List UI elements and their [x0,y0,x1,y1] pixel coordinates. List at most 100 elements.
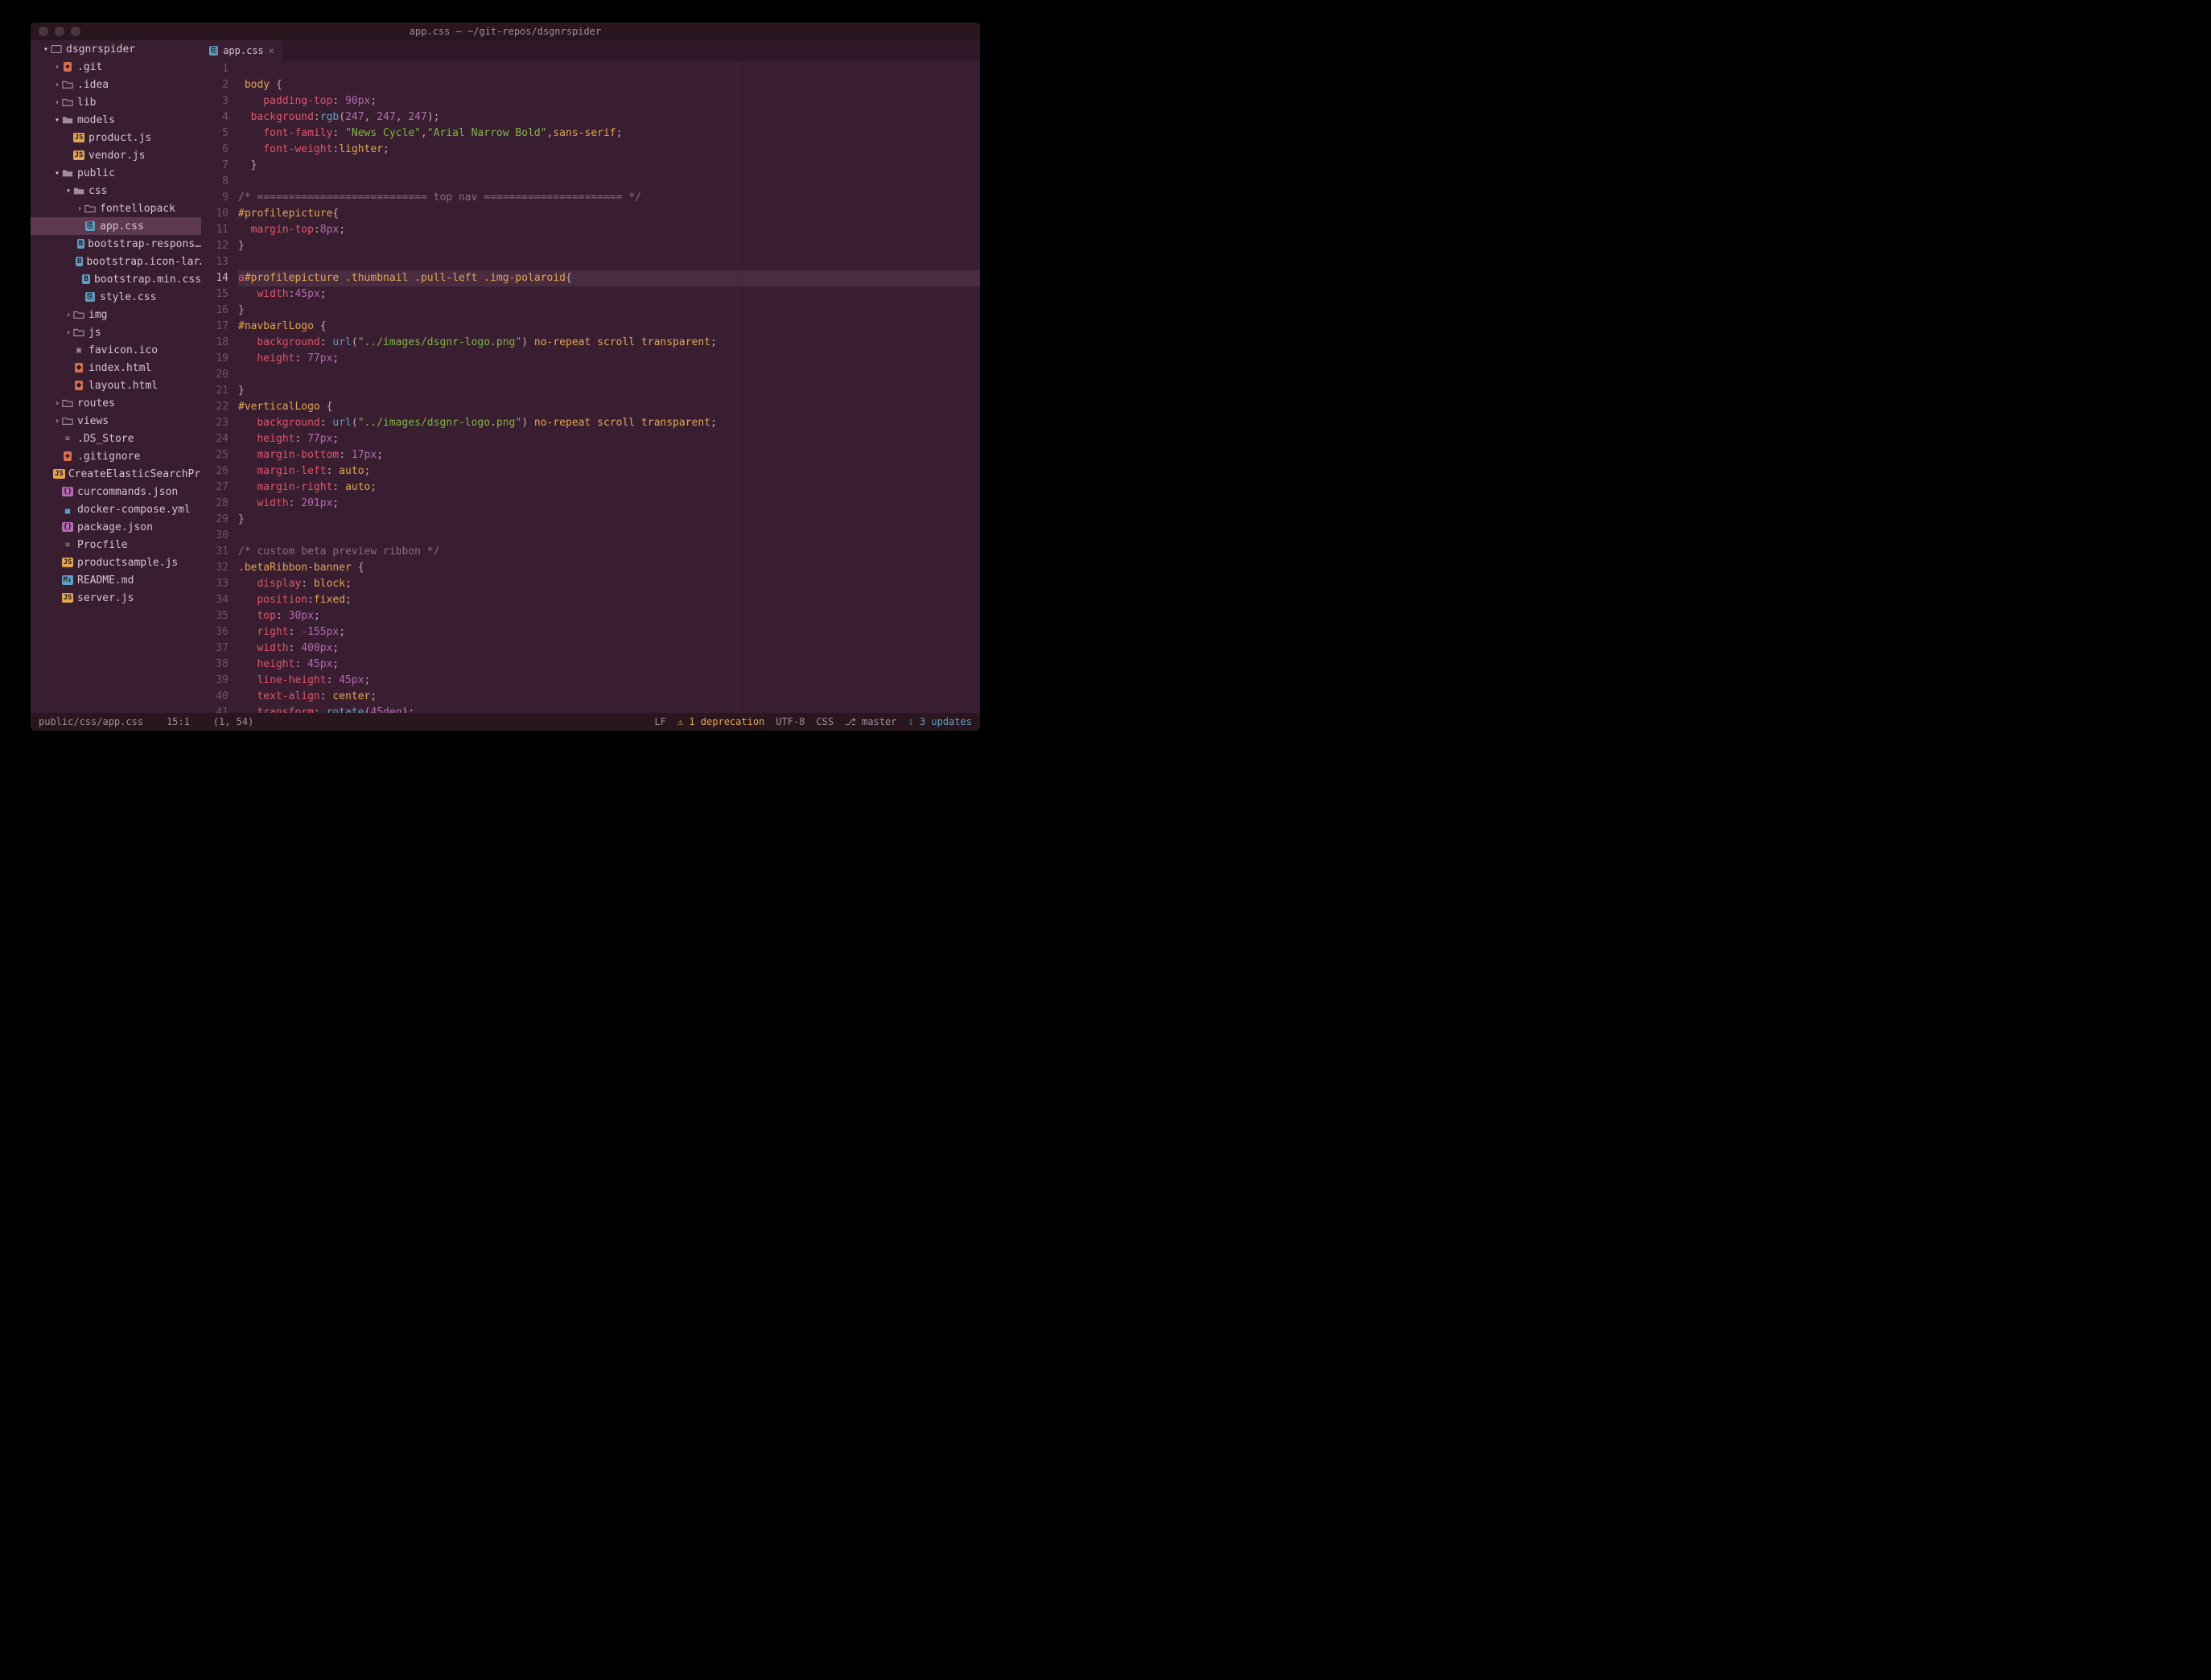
code-line[interactable]: font-weight:lighter; [238,142,980,158]
line-number[interactable]: 1 [201,61,229,77]
tree-item[interactable]: {}curcommands.json [31,483,201,500]
tab-app-css[interactable]: ⎘ app.css × [201,40,282,61]
line-number[interactable]: 11 [201,222,229,238]
code-line[interactable] [238,367,980,383]
line-number-gutter[interactable]: 1234567891011121314151617181920212223242… [201,61,238,713]
chevron-down-icon[interactable]: ▾ [53,116,61,125]
line-number[interactable]: 9 [201,190,229,206]
line-number[interactable]: 10 [201,206,229,222]
code-line[interactable]: width: 400px; [238,640,980,657]
code-line[interactable] [238,61,980,77]
file-tree[interactable]: ▾dsgnrspider›◆.git›.idea›lib▾modelsJSpro… [31,40,201,713]
line-number[interactable]: 2 [201,77,229,93]
code-line[interactable]: } [238,238,980,254]
code-line[interactable]: margin-top:8px; [238,222,980,238]
line-number[interactable]: 22 [201,399,229,415]
chevron-right-icon[interactable]: › [53,80,61,89]
code-line[interactable]: /* custom beta preview ribbon */ [238,544,980,560]
line-number[interactable]: 20 [201,367,229,383]
tree-item[interactable]: ›◆.git [31,58,201,76]
line-number[interactable]: 13 [201,254,229,270]
tree-item[interactable]: ⎘style.css [31,288,201,306]
line-number[interactable]: 4 [201,109,229,126]
code-line[interactable]: line-height: 45px; [238,673,980,689]
chevron-right-icon[interactable]: › [53,98,61,107]
line-number[interactable]: 29 [201,512,229,528]
code-line[interactable]: body { [238,77,980,93]
chevron-right-icon[interactable]: › [53,399,61,408]
line-number[interactable]: 27 [201,480,229,496]
line-number[interactable]: 41 [201,705,229,713]
code-line[interactable]: background:rgb(247, 247, 247); [238,109,980,126]
line-number[interactable]: 40 [201,689,229,705]
chevron-right-icon[interactable]: › [53,417,61,426]
tree-item[interactable]: Bbootstrap.min.css [31,270,201,288]
code-line[interactable]: } [238,383,980,399]
code-line[interactable]: padding-top: 90px; [238,93,980,109]
line-number[interactable]: 8 [201,174,229,190]
code-line[interactable]: #verticalLogo { [238,399,980,415]
line-number[interactable]: 19 [201,351,229,367]
tree-item[interactable]: ▾css [31,182,201,200]
chevron-right-icon[interactable]: › [64,311,72,319]
code-line[interactable]: font-family: "News Cycle","Arial Narrow … [238,126,980,142]
close-tab-icon[interactable]: × [269,45,274,56]
code-line[interactable]: } [238,512,980,528]
code-line[interactable]: /* =========================== top nav =… [238,190,980,206]
code-line[interactable] [238,174,980,190]
line-number[interactable]: 38 [201,657,229,673]
code-line[interactable]: height: 45px; [238,657,980,673]
chevron-right-icon[interactable]: › [64,328,72,337]
tree-item[interactable]: {}package.json [31,518,201,536]
line-number[interactable]: 6 [201,142,229,158]
status-updates[interactable]: ⇩ 3 updates [908,716,972,727]
code-line[interactable]: .betaRibbon-banner { [238,560,980,576]
tree-item[interactable]: ⬥layout.html [31,377,201,394]
tree-item[interactable]: JSproductsample.js [31,554,201,571]
code-line[interactable]: #profilepicture{ [238,206,980,222]
line-number[interactable]: 12 [201,238,229,254]
chevron-down-icon[interactable]: ▾ [64,187,72,196]
code-line[interactable]: margin-right: auto; [238,480,980,496]
tree-item[interactable]: ›lib [31,93,201,111]
line-number[interactable]: 17 [201,319,229,335]
line-number[interactable]: 39 [201,673,229,689]
tree-item[interactable]: ⬥index.html [31,359,201,377]
code-line[interactable]: background: url("../images/dsgnr-logo.pn… [238,415,980,431]
line-number[interactable]: 35 [201,608,229,624]
titlebar[interactable]: app.css — ~/git-repos/dsgnrspider [31,23,980,40]
status-encoding[interactable]: UTF-8 [776,716,805,727]
line-number[interactable]: 16 [201,303,229,319]
code-line[interactable]: height: 77px; [238,351,980,367]
tree-item[interactable]: Bbootstrap.icon-lar… [31,253,201,270]
status-branch[interactable]: ⎇ master [845,716,896,727]
line-number[interactable]: 21 [201,383,229,399]
status-eol[interactable]: LF [654,716,665,727]
chevron-down-icon[interactable]: ▾ [53,169,61,178]
code-line[interactable]: background: url("../images/dsgnr-logo.pn… [238,335,980,351]
status-cursor[interactable]: 15:1 [167,716,190,727]
code-line[interactable] [238,254,980,270]
code-line[interactable]: width:45px; [238,286,980,303]
code-content[interactable]: body { padding-top: 90px; background:rgb… [238,61,980,713]
line-number[interactable]: 36 [201,624,229,640]
tree-item[interactable]: JSproduct.js [31,129,201,146]
code-line[interactable]: #navbarlLogo { [238,319,980,335]
code-line[interactable]: width: 201px; [238,496,980,512]
code-line[interactable]: margin-bottom: 17px; [238,447,980,463]
code-line[interactable]: a#profilepicture .thumbnail .pull-left .… [238,270,980,286]
code-line[interactable]: top: 30px; [238,608,980,624]
tree-item[interactable]: ›fontellopack [31,200,201,217]
tree-item[interactable]: ≡Procfile [31,536,201,554]
code-editor[interactable]: 1234567891011121314151617181920212223242… [201,61,980,713]
tree-item[interactable]: JSvendor.js [31,146,201,164]
chevron-down-icon[interactable]: ▾ [42,45,50,54]
line-number[interactable]: 26 [201,463,229,480]
tree-item[interactable]: JSserver.js [31,589,201,607]
code-line[interactable] [238,528,980,544]
line-number[interactable]: 18 [201,335,229,351]
line-number[interactable]: 15 [201,286,229,303]
tree-item[interactable]: Bbootstrap-respons… [31,235,201,253]
code-line[interactable]: position:fixed; [238,592,980,608]
tree-item[interactable]: ▾models [31,111,201,129]
